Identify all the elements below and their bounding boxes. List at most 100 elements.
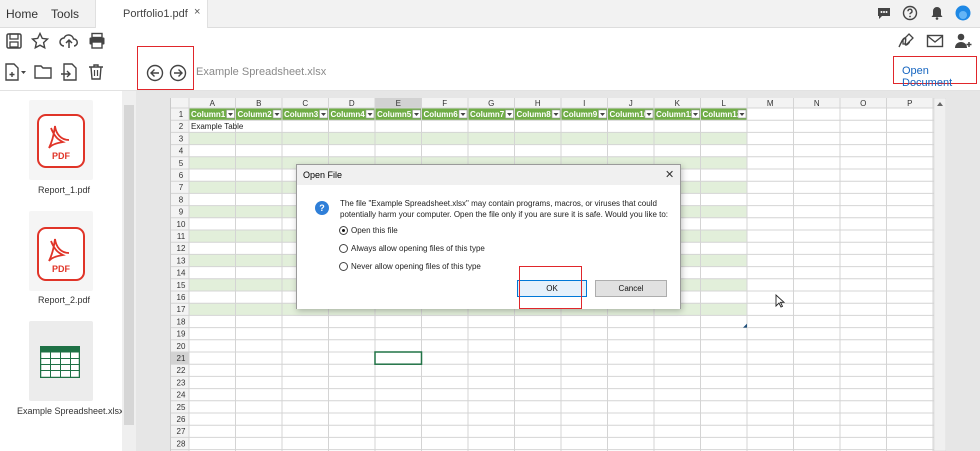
column-header: J	[629, 99, 633, 108]
row-header: 21	[177, 354, 186, 363]
table-header-cell: Column6	[424, 110, 459, 119]
radio-always-allow[interactable]: Always allow opening files of this type	[339, 244, 485, 254]
folder-icon[interactable]	[33, 62, 53, 82]
column-header: I	[583, 99, 585, 108]
pdf-file-icon: PDF	[37, 114, 85, 168]
tools-tab[interactable]: Tools	[51, 7, 79, 21]
new-file-dropdown-icon[interactable]	[3, 62, 27, 82]
row-header: 2	[179, 122, 184, 131]
attachments-panel: PDF Report_1.pdf PDF Report_2.pdf Exampl…	[0, 91, 136, 451]
dialog-message: The file "Example Spreadsheet.xlsx" may …	[340, 199, 669, 219]
row-header: 18	[177, 317, 186, 326]
column-header: G	[488, 99, 494, 108]
panel-scrollbar[interactable]	[122, 91, 136, 451]
sheet-scrollbar	[933, 98, 946, 451]
row-header: 7	[179, 183, 184, 192]
row-header: 20	[177, 342, 186, 351]
column-header-strip	[171, 98, 946, 108]
radio-open-this-file[interactable]: Open this file	[339, 226, 398, 236]
dialog-body: ? The file "Example Spreadsheet.xlsx" ma…	[297, 185, 680, 309]
document-tab[interactable]: Portfolio1.pdf ×	[95, 0, 208, 28]
previous-file-icon[interactable]	[145, 63, 165, 83]
table-header-cell: Column3	[284, 110, 319, 119]
current-file-title: Example Spreadsheet.xlsx	[196, 66, 327, 78]
svg-text:PDF: PDF	[52, 151, 71, 161]
extract-file-icon[interactable]	[59, 62, 79, 82]
row-header: 19	[177, 330, 186, 339]
sign-icon[interactable]	[896, 31, 916, 51]
column-header: D	[349, 99, 355, 108]
row-header: 6	[179, 171, 184, 180]
add-user-icon[interactable]	[953, 31, 973, 51]
table-header-cell: Column2	[238, 110, 273, 119]
next-file-icon[interactable]	[168, 63, 188, 83]
row-header: 12	[177, 244, 186, 253]
row-header: 1	[179, 110, 184, 119]
row-header: 23	[177, 378, 186, 387]
row-header: 26	[177, 415, 186, 424]
row-header: 28	[177, 439, 186, 448]
avatar[interactable]	[955, 5, 971, 21]
ok-button-highlight	[519, 266, 582, 309]
email-icon[interactable]	[925, 31, 945, 51]
list-item[interactable]	[29, 321, 93, 401]
column-header: K	[675, 99, 681, 108]
table-header-cell: Column4	[331, 110, 366, 119]
open-file-dialog: Open File ✕ ? The file "Example Spreadsh…	[296, 164, 681, 309]
help-icon[interactable]	[902, 5, 918, 21]
table-header-cell: Column10	[610, 110, 649, 119]
row-header: 5	[179, 159, 184, 168]
row-header: 24	[177, 391, 186, 400]
row-header: 3	[179, 134, 184, 143]
row-header: 25	[177, 403, 186, 412]
delete-icon[interactable]	[86, 62, 106, 82]
table-header-cell: Column7	[470, 110, 505, 119]
column-header: C	[302, 99, 308, 108]
spreadsheet-file-icon	[40, 346, 80, 378]
list-item[interactable]: PDF	[29, 100, 93, 180]
question-icon: ?	[315, 201, 329, 215]
svg-text:PDF: PDF	[52, 264, 71, 274]
radio-never-allow[interactable]: Never allow opening files of this type	[339, 262, 481, 272]
list-item[interactable]: PDF	[29, 211, 93, 291]
column-header: M	[767, 99, 774, 108]
table-resize-handle	[743, 323, 747, 328]
secondary-toolbar: Example Spreadsheet.xlsx Open Document	[0, 46, 980, 91]
row-header: 17	[177, 305, 186, 314]
column-header: L	[722, 99, 727, 108]
upload-cloud-icon[interactable]	[59, 31, 79, 51]
column-header: P	[907, 99, 912, 108]
document-tab-close-icon[interactable]: ×	[194, 6, 200, 18]
dialog-close-icon[interactable]: ✕	[665, 168, 674, 181]
attachment-label: Example Spreadsheet.xlsx	[17, 406, 124, 416]
table-header-cell: Column9	[563, 110, 598, 119]
star-icon[interactable]	[30, 31, 50, 51]
bell-icon[interactable]	[929, 5, 945, 21]
attachment-label: Report_2.pdf	[38, 295, 91, 305]
column-header: F	[442, 99, 447, 108]
cell-a2: Example Table	[191, 122, 244, 131]
column-header: A	[210, 99, 216, 108]
attachment-label: Report_1.pdf	[38, 185, 91, 195]
row-header: 27	[177, 427, 186, 436]
row-header: 11	[177, 232, 186, 241]
comment-icon[interactable]	[876, 5, 892, 21]
home-tab[interactable]: Home	[6, 7, 38, 21]
row-header: 9	[179, 208, 184, 217]
row-header: 8	[179, 195, 184, 204]
print-icon[interactable]	[87, 31, 107, 51]
column-header: B	[256, 99, 261, 108]
document-tab-label: Portfolio1.pdf	[123, 8, 188, 20]
top-tab-bar: Home Tools Portfolio1.pdf ×	[0, 0, 980, 28]
column-header: H	[535, 99, 541, 108]
row-header: 13	[177, 256, 186, 265]
open-document-button[interactable]: Open Document	[902, 65, 980, 89]
row-header: 14	[177, 269, 186, 278]
column-header: E	[396, 99, 401, 108]
save-icon[interactable]	[4, 31, 24, 51]
table-header-cell: Column1	[191, 110, 226, 119]
column-header: N	[814, 99, 820, 108]
selected-cell	[374, 351, 423, 365]
cancel-button[interactable]: Cancel	[595, 280, 667, 297]
row-header: 22	[177, 366, 186, 375]
